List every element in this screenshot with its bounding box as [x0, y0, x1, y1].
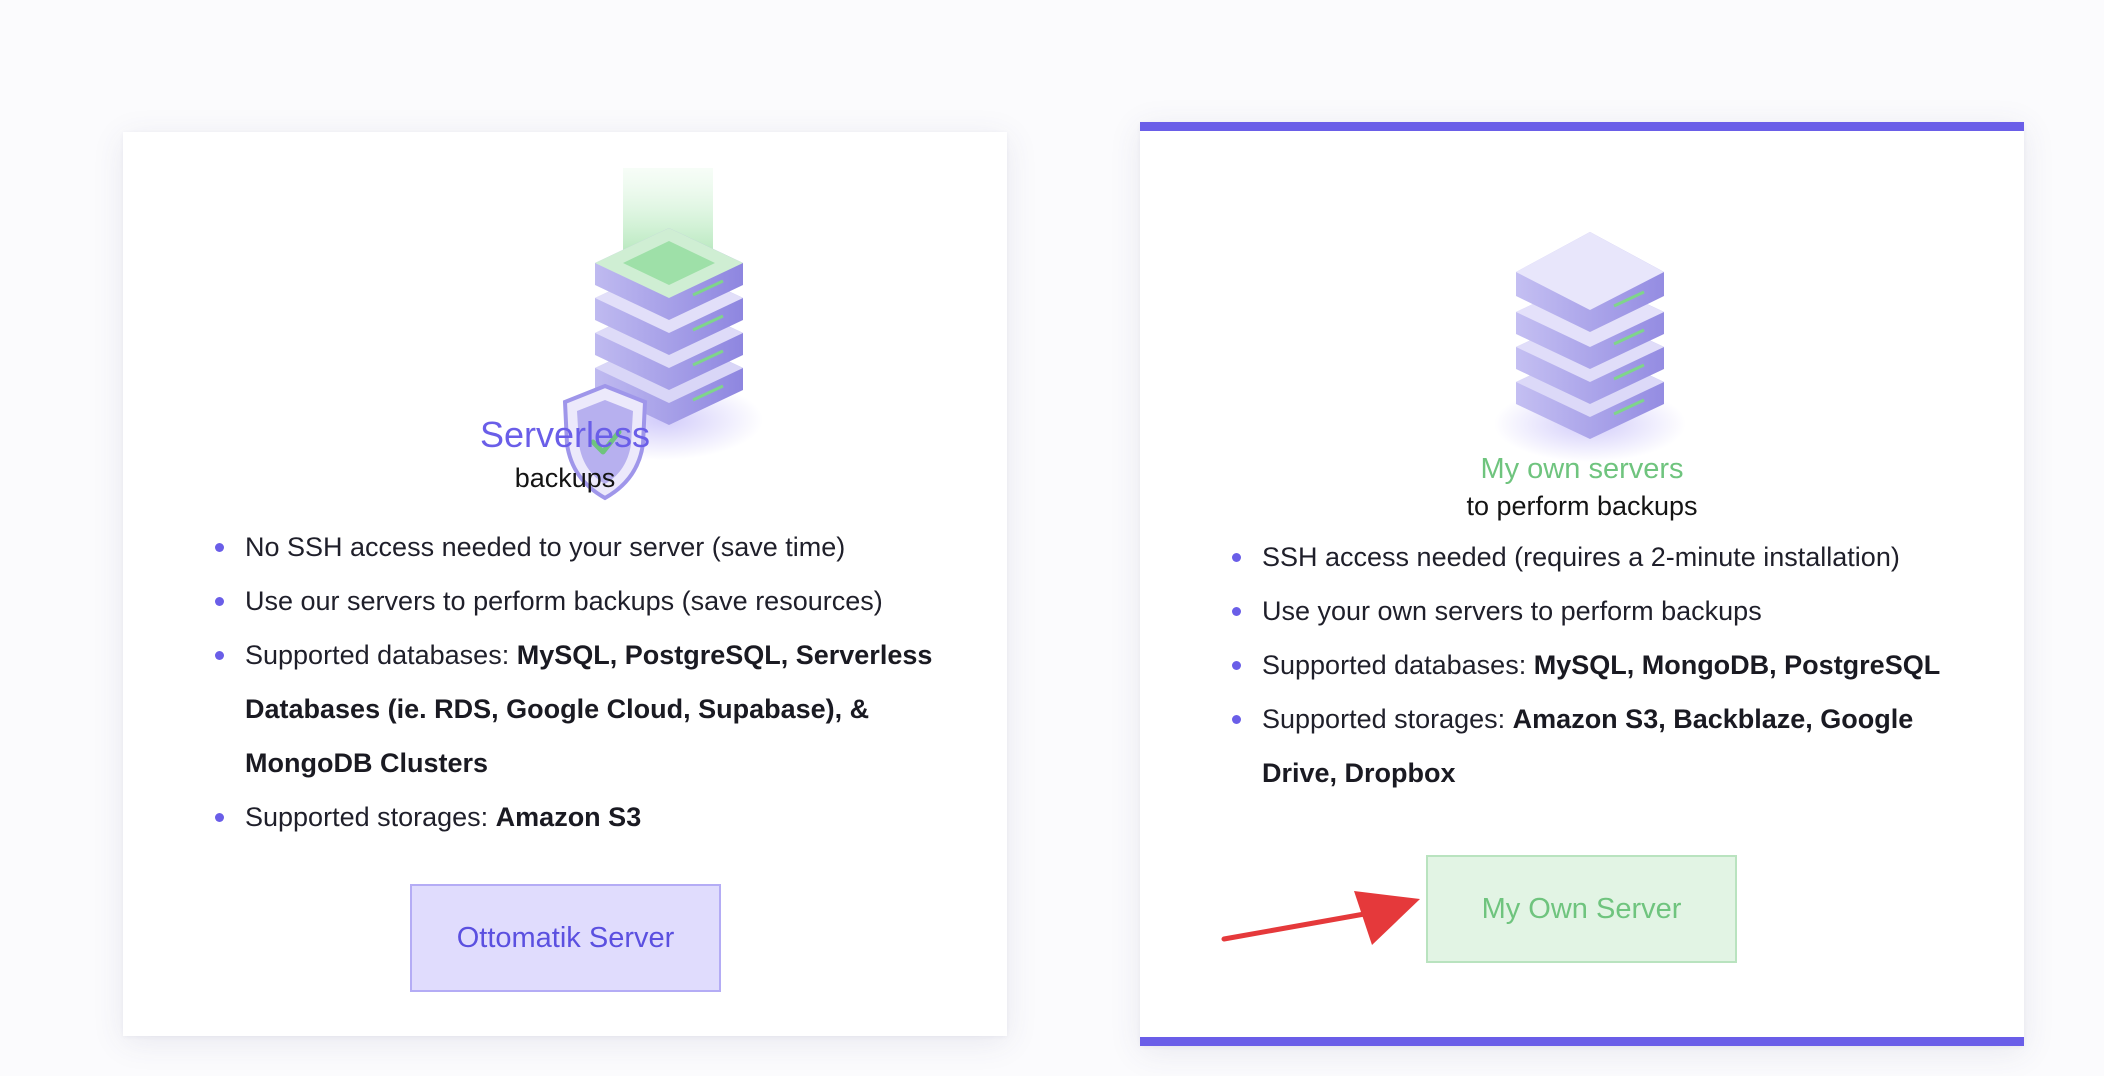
feature-text: Supported databases: — [245, 640, 517, 670]
serverless-subtitle: backups — [514, 463, 616, 493]
feature-text: Use your own servers to perform backups — [1262, 596, 1762, 626]
feature-text: Supported storages: — [245, 802, 496, 832]
own-servers-feature-list: SSH access needed (requires a 2-minute i… — [1230, 530, 1970, 800]
bullet-dot-icon — [1232, 607, 1241, 616]
feature-item: SSH access needed (requires a 2-minute i… — [1230, 530, 1970, 584]
feature-item: Use our servers to perform backups (save… — [213, 574, 953, 628]
bullet-dot-icon — [215, 543, 224, 552]
feature-bold-text: Amazon S3 — [495, 802, 642, 832]
own-servers-title: My own servers — [1480, 453, 1684, 485]
ottomatik-server-button[interactable]: Ottomatik Server — [410, 884, 721, 992]
feature-text: SSH access needed (requires a 2-minute i… — [1262, 542, 1900, 572]
feature-item: Supported databases: MySQL, PostgreSQL, … — [213, 628, 953, 790]
serverless-option-card: Serverless backups No SSH access needed … — [123, 132, 1007, 1036]
bullet-dot-icon — [1232, 715, 1241, 724]
feature-item: Supported databases: MySQL, MongoDB, Pos… — [1230, 638, 1970, 692]
feature-item: Use your own servers to perform backups — [1230, 584, 1970, 638]
feature-text: No SSH access needed to your server (sav… — [245, 532, 846, 562]
feature-item: Supported storages: Amazon S3, Backblaze… — [1230, 692, 1970, 800]
bullet-dot-icon — [1232, 661, 1241, 670]
bullet-dot-icon — [1232, 553, 1241, 562]
feature-text: Supported databases: — [1262, 650, 1534, 680]
annotation-arrow-icon — [1221, 891, 1420, 945]
selected-top-border — [1140, 122, 2024, 131]
selected-bottom-border — [1140, 1037, 2024, 1046]
feature-bold-text: MySQL, MongoDB, PostgreSQL — [1533, 650, 1941, 680]
bullet-dot-icon — [215, 651, 224, 660]
feature-item: Supported storages: Amazon S3 — [213, 790, 953, 844]
own-servers-subtitle: to perform backups — [1466, 491, 1698, 521]
bullet-dot-icon — [215, 813, 224, 822]
serverless-title: Serverless — [479, 414, 651, 455]
serverless-feature-list: No SSH access needed to your server (sav… — [213, 520, 953, 844]
my-own-server-button[interactable]: My Own Server — [1426, 855, 1737, 963]
bullet-dot-icon — [215, 597, 224, 606]
feature-text: Supported storages: — [1262, 704, 1513, 734]
feature-item: No SSH access needed to your server (sav… — [213, 520, 953, 574]
feature-text: Use our servers to perform backups (save… — [245, 586, 883, 616]
